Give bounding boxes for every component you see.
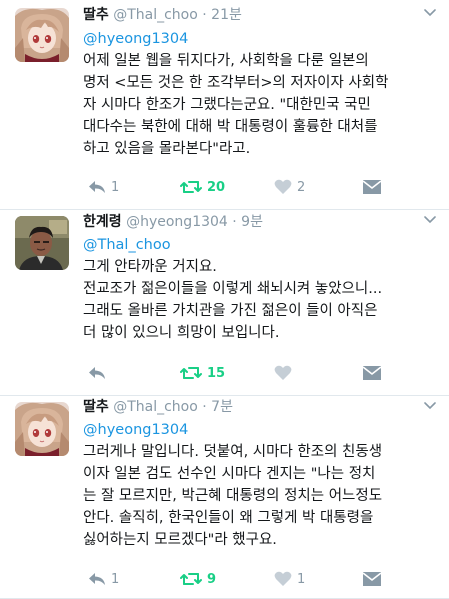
- avatar-anime-girl[interactable]: [15, 402, 69, 456]
- like-count: 1: [297, 571, 306, 587]
- tweet-header: 딸추 @Thal_choo · 21분: [83, 5, 242, 25]
- tweet-line: 전교조가 젊은이들을 이렇게 쇄뇌시켜 놓았으니...: [83, 281, 383, 297]
- tweet-line: 하고 있음을 몰라본다"라고.: [83, 141, 251, 157]
- retweet-count: 15: [207, 365, 226, 381]
- mention-link[interactable]: @Thal_choo: [83, 234, 438, 256]
- tweet[interactable]: 딸추 @Thal_choo · 7분 @hyeong1304 그러게나 말입니다…: [0, 396, 449, 599]
- retweet-button[interactable]: 9: [180, 569, 216, 589]
- retweet-count: 20: [207, 179, 226, 195]
- direct-message-icon: [362, 366, 382, 380]
- user-handle[interactable]: @Thal_choo: [113, 7, 198, 23]
- reply-icon: [89, 573, 105, 585]
- retweet-button[interactable]: 15: [180, 363, 225, 383]
- direct-message-icon: [362, 180, 382, 194]
- tweet[interactable]: 한계령 @hyeong1304 · 9분 @Thal_choo 그게 안타까운 …: [0, 210, 449, 396]
- chevron-down-icon[interactable]: [424, 8, 436, 18]
- direct-message-icon: [362, 572, 382, 586]
- reply-icon: [89, 367, 105, 379]
- display-name[interactable]: 딸추: [83, 7, 109, 23]
- retweet-icon: [180, 573, 202, 585]
- display-name[interactable]: 딸추: [83, 399, 109, 415]
- tweet-actions: 1 20 2: [88, 177, 449, 197]
- reply-count: 1: [111, 179, 120, 195]
- tweet-line: 자 시마다 한조가 그랬다는군요. "대한민국 국민: [83, 97, 371, 113]
- tweet-line: 명저 <모든 것은 한 조각부터>의 저자이자 사회학: [83, 75, 389, 91]
- tweet-line: 그래도 올바른 가치관을 가진 젊은이 들이 아직은: [83, 303, 378, 319]
- mention-link[interactable]: @hyeong1304: [83, 419, 438, 441]
- heart-icon: [274, 365, 292, 380]
- retweet-icon: [180, 367, 202, 379]
- timestamp[interactable]: · 21분: [202, 7, 242, 23]
- like-count: 2: [297, 179, 306, 195]
- mention-link[interactable]: @hyeong1304: [83, 28, 438, 50]
- direct-message-button[interactable]: [362, 569, 387, 589]
- direct-message-button[interactable]: [362, 363, 387, 383]
- tweet-line: 어제 일본 웹을 뒤지다가, 사회학을 다룬 일본의: [83, 53, 369, 69]
- retweet-icon: [180, 181, 202, 193]
- retweet-count: 9: [207, 571, 217, 587]
- tweet-line: 안다. 솔직히, 한국인들이 왜 그렇게 박 대통령을: [83, 510, 374, 526]
- reply-button[interactable]: 1: [88, 177, 119, 197]
- chevron-down-icon[interactable]: [424, 401, 436, 411]
- reply-icon: [89, 181, 105, 193]
- tweet-actions: 15: [88, 363, 449, 383]
- tweet-line: 싫어하는지 모르겠다"라 했구요.: [83, 532, 277, 548]
- reply-button[interactable]: 1: [88, 569, 119, 589]
- tweet-line: 그게 안타까운 거지요.: [83, 259, 217, 275]
- like-button[interactable]: 2: [274, 177, 305, 197]
- tweet-text: @Thal_choo 그게 안타까운 거지요. 전교조가 젊은이들을 이렇게 쇄…: [83, 234, 438, 344]
- avatar-man-photo[interactable]: [15, 216, 69, 270]
- tweet-line: 대다수는 북한에 대해 박 대통령이 훌륭한 대처를: [83, 119, 378, 135]
- tweet-line: 이자 일본 검도 선수인 시마다 겐지는 "나는 정치: [83, 466, 376, 482]
- like-button[interactable]: [274, 363, 297, 383]
- tweet-header: 한계령 @hyeong1304 · 9분: [83, 212, 263, 232]
- avatar-anime-girl[interactable]: [15, 8, 69, 62]
- user-handle[interactable]: @hyeong1304: [126, 214, 228, 230]
- timestamp[interactable]: · 7분: [202, 399, 233, 415]
- tweet-text: @hyeong1304 어제 일본 웹을 뒤지다가, 사회학을 다룬 일본의 명…: [83, 28, 438, 160]
- chevron-down-icon[interactable]: [424, 215, 436, 225]
- heart-icon: [274, 179, 292, 194]
- reply-button[interactable]: [88, 363, 111, 383]
- tweet-line: 더 많이 있으니 희망이 보입니다.: [83, 325, 280, 341]
- timestamp[interactable]: · 9분: [232, 214, 263, 230]
- tweet[interactable]: 딸추 @Thal_choo · 21분 @hyeong1304 어제 일본 웹을…: [0, 0, 449, 210]
- display-name[interactable]: 한계령: [83, 214, 122, 230]
- reply-count: 1: [111, 571, 120, 587]
- tweet-actions: 1 9 1: [88, 569, 449, 589]
- retweet-button[interactable]: 20: [180, 177, 225, 197]
- user-handle[interactable]: @Thal_choo: [113, 399, 198, 415]
- tweet-line: 그러게나 말입니다. 덧붙여, 시마다 한조의 친동생: [83, 444, 383, 460]
- tweet-line: 는 잘 모르지만, 박근혜 대통령의 정치는 어느정도: [83, 488, 383, 504]
- tweet-header: 딸추 @Thal_choo · 7분: [83, 397, 233, 417]
- tweet-text: @hyeong1304 그러게나 말입니다. 덧붙여, 시마다 한조의 친동생 …: [83, 419, 438, 551]
- heart-icon: [274, 571, 292, 586]
- direct-message-button[interactable]: [362, 177, 387, 197]
- like-button[interactable]: 1: [274, 569, 305, 589]
